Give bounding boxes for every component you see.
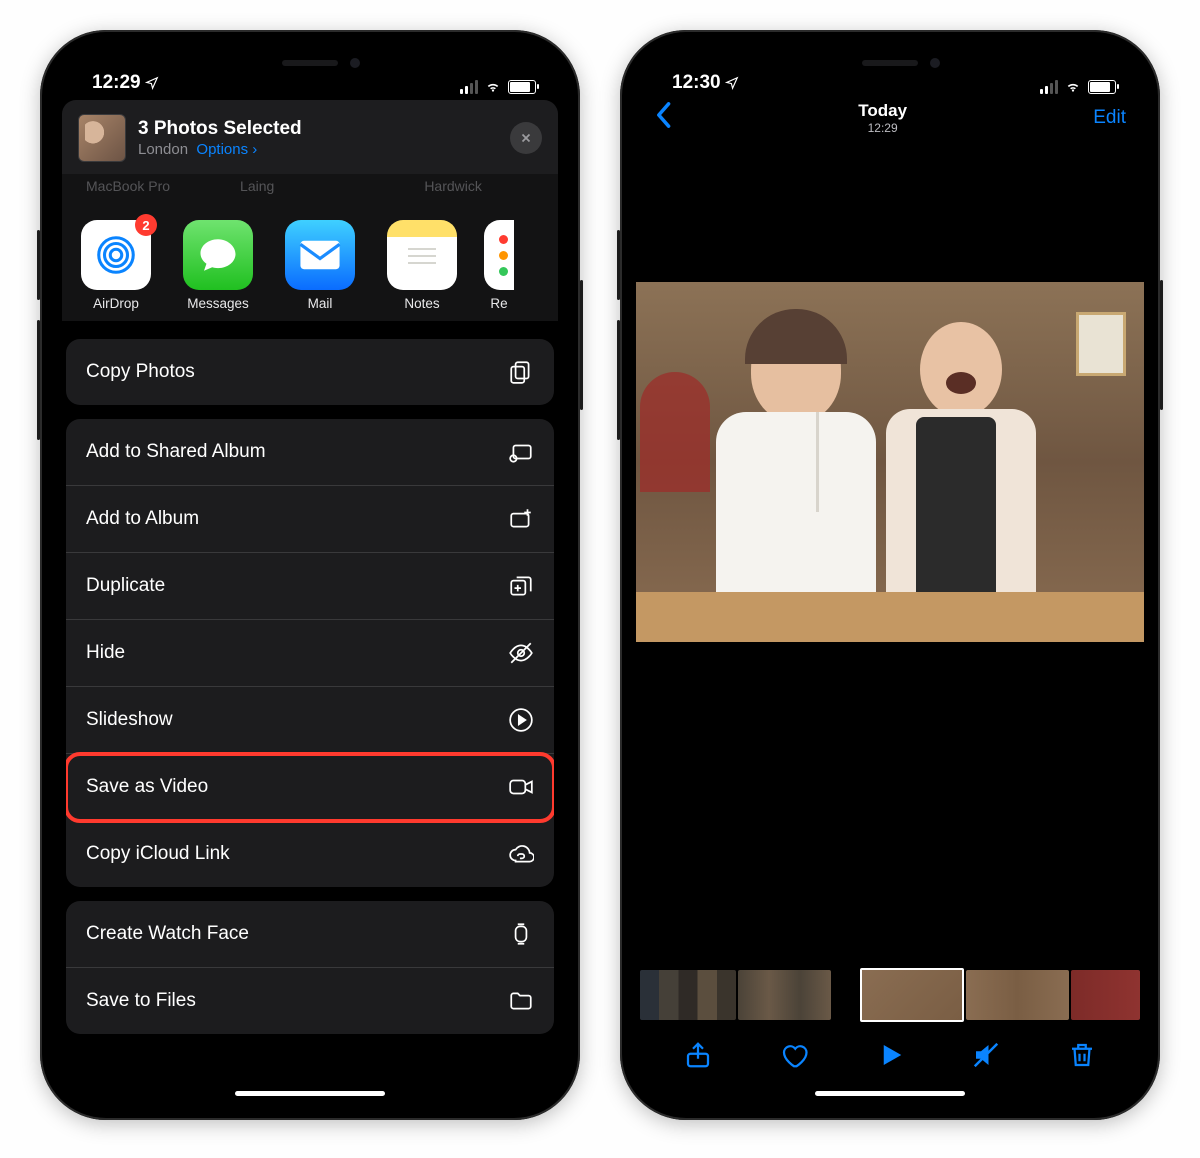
messages-icon xyxy=(197,234,239,276)
mute-icon[interactable] xyxy=(971,1040,1001,1070)
close-icon xyxy=(519,131,533,145)
app-mail[interactable]: Mail xyxy=(280,220,360,311)
airdrop-icon xyxy=(93,232,139,278)
status-time: 12:29 xyxy=(92,72,141,94)
share-title: 3 Photos Selected xyxy=(138,118,302,141)
action-add-shared-album[interactable]: Add to Shared Album xyxy=(66,419,554,486)
trash-icon[interactable] xyxy=(1067,1040,1097,1070)
app-airdrop[interactable]: 2 AirDrop xyxy=(76,220,156,311)
album-add-icon xyxy=(508,506,534,532)
action-copy-icloud-link[interactable]: Copy iCloud Link xyxy=(66,821,554,887)
video-icon xyxy=(508,774,534,800)
action-hide[interactable]: Hide xyxy=(66,620,554,687)
chevron-left-icon xyxy=(654,101,672,129)
app-notes[interactable]: Notes xyxy=(382,220,462,311)
action-duplicate[interactable]: Duplicate xyxy=(66,553,554,620)
screen-right: 12:30 Today 12:29 Edit xyxy=(636,46,1144,1104)
copy-icon xyxy=(508,359,534,385)
action-group-2: Add to Shared Album Add to Album Duplica… xyxy=(66,419,554,887)
action-save-as-video[interactable]: Save as Video xyxy=(66,754,554,821)
action-copy-photos[interactable]: Copy Photos xyxy=(66,339,554,405)
share-options-link[interactable]: Options › xyxy=(196,141,257,158)
notes-icon xyxy=(402,243,442,267)
signal-bars-icon xyxy=(460,80,478,94)
share-icon[interactable] xyxy=(683,1040,713,1070)
notch xyxy=(780,46,1000,80)
wifi-icon xyxy=(484,80,502,94)
shared-album-icon xyxy=(508,439,534,465)
airdrop-target[interactable]: Hardwick xyxy=(424,178,482,194)
nav-title: Today xyxy=(858,101,907,121)
thumb-item[interactable] xyxy=(738,970,831,1020)
play-circle-icon xyxy=(508,707,534,733)
thumb-item[interactable] xyxy=(1071,970,1140,1020)
heart-icon[interactable] xyxy=(779,1040,809,1070)
share-apps-row[interactable]: 2 AirDrop Messages Mail Notes xyxy=(62,204,558,321)
status-indicators xyxy=(1040,80,1116,94)
nav-bar: Today 12:29 Edit xyxy=(636,94,1144,142)
screen-left: 12:29 3 Photos Selected London Options › xyxy=(56,46,564,1104)
photo-main[interactable] xyxy=(636,282,1144,642)
action-group-3: Create Watch Face Save to Files xyxy=(66,901,554,1034)
thumb-item-selected[interactable] xyxy=(860,968,964,1022)
play-icon[interactable] xyxy=(875,1040,905,1070)
nav-title-group: Today 12:29 xyxy=(858,101,907,135)
status-indicators xyxy=(460,80,536,94)
share-sheet-header: 3 Photos Selected London Options › xyxy=(62,100,558,174)
thumb-item[interactable] xyxy=(640,970,736,1020)
phone-left: 12:29 3 Photos Selected London Options › xyxy=(40,30,580,1120)
action-slideshow[interactable]: Slideshow xyxy=(66,687,554,754)
status-time: 12:30 xyxy=(672,72,721,94)
action-create-watch-face[interactable]: Create Watch Face xyxy=(66,901,554,968)
notch xyxy=(200,46,420,80)
phone-right: 12:30 Today 12:29 Edit xyxy=(620,30,1160,1120)
hide-icon xyxy=(508,640,534,666)
battery-icon xyxy=(508,80,536,94)
cloud-link-icon xyxy=(508,841,534,867)
action-add-album[interactable]: Add to Album xyxy=(66,486,554,553)
mail-icon xyxy=(298,239,342,271)
location-arrow-icon xyxy=(145,76,159,90)
back-button[interactable] xyxy=(654,101,672,136)
duplicate-icon xyxy=(508,573,534,599)
app-messages[interactable]: Messages xyxy=(178,220,258,311)
thumb-item[interactable] xyxy=(966,970,1068,1020)
thumbnail-strip[interactable] xyxy=(636,968,1144,1022)
action-save-to-files[interactable]: Save to Files xyxy=(66,968,554,1034)
signal-bars-icon xyxy=(1040,80,1058,94)
location-arrow-icon xyxy=(725,76,739,90)
wifi-icon xyxy=(1064,80,1082,94)
airdrop-target[interactable]: Laing xyxy=(240,178,274,194)
watch-icon xyxy=(508,921,534,947)
home-indicator[interactable] xyxy=(235,1091,385,1096)
airdrop-target[interactable]: MacBook Pro xyxy=(86,178,170,194)
home-indicator[interactable] xyxy=(815,1091,965,1096)
share-subtitle: London Options › xyxy=(138,141,302,158)
action-group-1: Copy Photos xyxy=(66,339,554,405)
app-badge: 2 xyxy=(135,214,157,236)
folder-icon xyxy=(508,988,534,1014)
close-button[interactable] xyxy=(510,122,542,154)
nav-subtitle: 12:29 xyxy=(858,121,907,135)
app-reminders[interactable]: Re xyxy=(484,220,514,311)
battery-icon xyxy=(1088,80,1116,94)
edit-button[interactable]: Edit xyxy=(1093,107,1126,129)
airdrop-targets-row: MacBook Pro Laing Hardwick xyxy=(62,174,558,204)
share-thumbnail xyxy=(78,114,126,162)
photo-toolbar xyxy=(636,1026,1144,1084)
